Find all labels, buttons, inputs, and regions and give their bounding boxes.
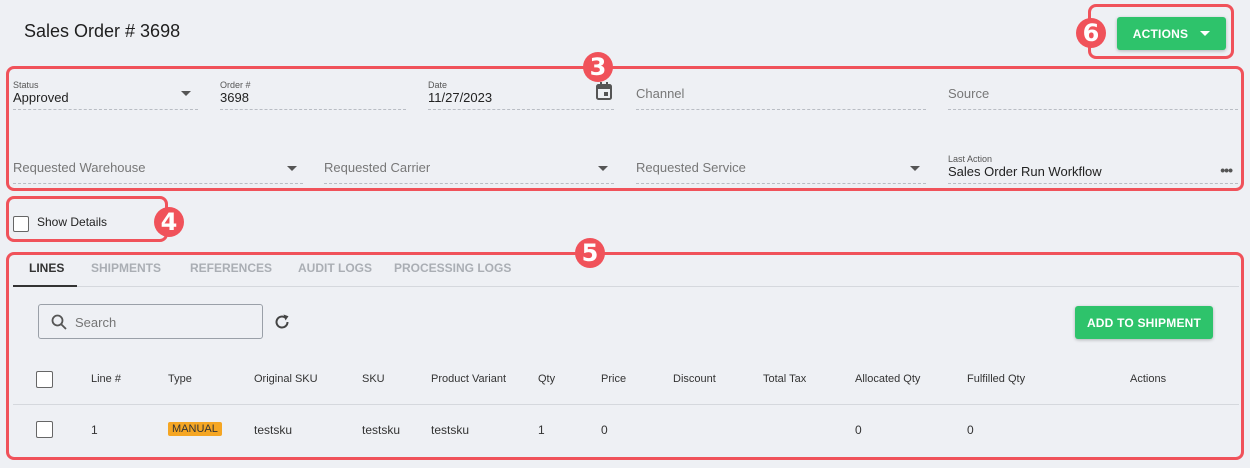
channel-placeholder: Channel	[636, 86, 685, 101]
caret-down-icon	[598, 166, 608, 171]
actions-button-label: ACTIONS	[1132, 26, 1189, 41]
column-header-sku: SKU	[362, 373, 385, 385]
tab-audit-logs[interactable]: AUDIT LOGS	[298, 261, 372, 275]
cell-sku: testsku	[362, 423, 401, 437]
requested-warehouse-select[interactable]: Requested Warehouse	[13, 154, 303, 184]
column-header-type: Type	[168, 373, 192, 385]
status-select[interactable]: Status Approved	[13, 80, 198, 110]
active-tab-indicator	[13, 285, 77, 287]
requested-warehouse-placeholder: Requested Warehouse	[13, 160, 146, 175]
tab-shipments[interactable]: SHIPMENTS	[91, 261, 161, 275]
caret-down-icon	[910, 166, 920, 171]
cell-original-sku: testsku	[254, 423, 293, 437]
search-icon	[51, 314, 67, 330]
tab-processing-logs[interactable]: PROCESSING LOGS	[394, 261, 511, 275]
callout-badge-3: 3	[583, 52, 613, 82]
tabs-divider	[77, 286, 1239, 287]
date-label: Date	[428, 80, 448, 90]
requested-service-placeholder: Requested Service	[636, 160, 746, 175]
date-field[interactable]: Date 11/27/2023	[428, 80, 614, 110]
source-placeholder: Source	[948, 86, 990, 101]
show-details-label[interactable]: Show Details	[37, 215, 107, 229]
actions-button[interactable]: ACTIONS	[1117, 17, 1226, 50]
requested-service-select[interactable]: Requested Service	[636, 154, 926, 184]
cell-allocated-qty: 0	[855, 423, 862, 437]
row-checkbox[interactable]	[36, 421, 53, 438]
more-horizontal-icon[interactable]: •••	[1220, 162, 1233, 178]
column-header-price: Price	[601, 373, 627, 385]
cell-product-variant: testsku	[431, 423, 470, 437]
status-value: Approved	[13, 90, 69, 105]
add-to-shipment-button[interactable]: ADD TO SHIPMENT	[1075, 306, 1213, 339]
last-action-field[interactable]: Last Action Sales Order Run Workflow •••	[948, 154, 1238, 184]
select-all-checkbox[interactable]	[36, 371, 53, 388]
channel-field[interactable]: Channel	[636, 80, 926, 110]
column-header-actions: Actions	[1130, 373, 1167, 385]
last-action-value: Sales Order Run Workflow	[948, 164, 1102, 179]
callout-badge-4: 4	[154, 207, 184, 237]
search-box[interactable]	[38, 304, 263, 339]
column-header-discount: Discount	[673, 373, 716, 385]
order-number-value: 3698	[220, 90, 249, 105]
callout-badge-5: 5	[575, 238, 605, 268]
caret-down-icon	[1200, 31, 1211, 36]
status-label: Status	[13, 80, 39, 90]
column-header-line: Line #	[91, 373, 121, 385]
caret-down-icon	[181, 91, 191, 96]
requested-carrier-placeholder: Requested Carrier	[324, 160, 431, 175]
caret-down-icon	[287, 166, 297, 171]
search-input[interactable]	[75, 313, 255, 331]
source-field[interactable]: Source	[948, 80, 1238, 110]
column-header-allocated-qty: Allocated Qty	[855, 373, 921, 385]
cell-fulfilled-qty: 0	[967, 423, 974, 437]
cell-qty: 1	[538, 423, 545, 437]
requested-carrier-select[interactable]: Requested Carrier	[324, 154, 614, 184]
column-header-qty: Qty	[538, 373, 556, 385]
refresh-icon[interactable]	[273, 313, 291, 331]
cell-line: 1	[91, 423, 98, 437]
column-header-fulfilled-qty: Fulfilled Qty	[967, 373, 1026, 385]
page-title: Sales Order # 3698	[24, 21, 181, 41]
date-value: 11/27/2023	[428, 90, 493, 105]
type-badge: MANUAL	[168, 422, 222, 436]
order-number-label: Order #	[220, 80, 251, 90]
callout-badge-6: 6	[1076, 18, 1106, 48]
column-header-total-tax: Total Tax	[763, 373, 807, 385]
column-header-original-sku: Original SKU	[254, 373, 318, 385]
tab-lines[interactable]: LINES	[29, 261, 64, 275]
tab-references[interactable]: REFERENCES	[190, 261, 272, 275]
calendar-icon[interactable]	[596, 82, 612, 100]
cell-price: 0	[601, 423, 608, 437]
column-header-product-variant: Product Variant	[431, 373, 507, 385]
show-details-checkbox[interactable]	[13, 216, 29, 232]
order-number-field[interactable]: Order # 3698	[220, 80, 406, 110]
last-action-label: Last Action	[948, 154, 993, 164]
